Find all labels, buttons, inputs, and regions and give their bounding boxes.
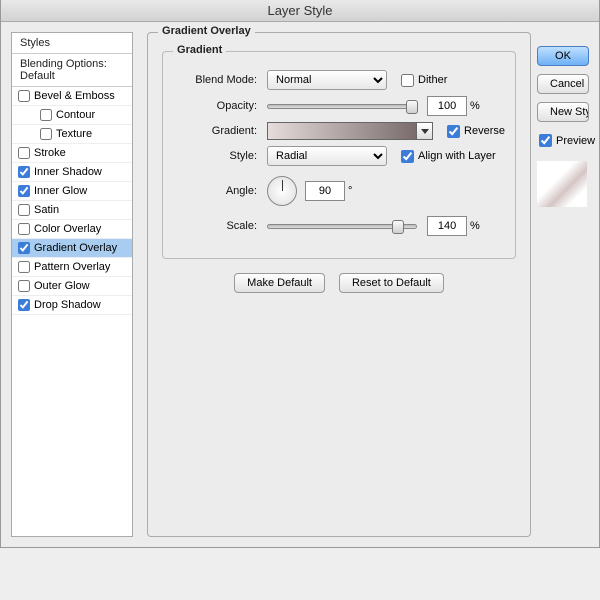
sidebar-item-pattern-overlay[interactable]: Pattern Overlay [12, 258, 132, 277]
sidebar-item-texture[interactable]: Texture [12, 125, 132, 144]
dither-label: Dither [418, 74, 447, 86]
gradient-group: Gradient Blend Mode: Normal Dither Opaci… [162, 51, 516, 259]
styles-header[interactable]: Styles [12, 33, 132, 54]
sidebar-item-label: Gradient Overlay [34, 242, 117, 254]
sidebar-checkbox[interactable] [18, 90, 30, 102]
sidebar-item-bevel-emboss[interactable]: Bevel & Emboss [12, 87, 132, 106]
scale-label: Scale: [173, 220, 257, 232]
sidebar-checkbox[interactable] [18, 261, 30, 273]
dialog-title: Layer Style [1, 0, 599, 22]
reverse-checkbox[interactable] [447, 125, 460, 138]
sidebar-checkbox[interactable] [40, 128, 52, 140]
dialog-body: Styles Blending Options: Default Bevel &… [1, 22, 599, 547]
layer-style-dialog: Layer Style Styles Blending Options: Def… [0, 0, 600, 548]
sidebar-item-gradient-overlay[interactable]: Gradient Overlay [12, 239, 132, 258]
opacity-input[interactable] [427, 96, 467, 116]
gradient-swatch[interactable] [267, 122, 417, 140]
sidebar-checkbox[interactable] [18, 280, 30, 292]
sidebar-item-outer-glow[interactable]: Outer Glow [12, 277, 132, 296]
angle-label: Angle: [173, 185, 257, 197]
sidebar-item-drop-shadow[interactable]: Drop Shadow [12, 296, 132, 315]
sidebar-item-label: Drop Shadow [34, 299, 101, 311]
sidebar-item-label: Satin [34, 204, 59, 216]
reverse-label: Reverse [464, 125, 505, 137]
sidebar-checkbox[interactable] [18, 166, 30, 178]
sidebar-item-label: Bevel & Emboss [34, 90, 115, 102]
sidebar-item-satin[interactable]: Satin [12, 201, 132, 220]
scale-slider[interactable] [267, 224, 417, 229]
blend-mode-label: Blend Mode: [173, 74, 257, 86]
sidebar-checkbox[interactable] [18, 185, 30, 197]
dither-checkbox[interactable] [401, 74, 414, 87]
sidebar-item-label: Texture [56, 128, 92, 140]
scale-unit: % [470, 220, 480, 232]
preview-swatch [537, 161, 587, 207]
style-select[interactable]: Radial [267, 146, 387, 166]
gradient-group-title: Gradient [173, 44, 226, 56]
opacity-slider[interactable] [267, 104, 417, 109]
sidebar-item-label: Stroke [34, 147, 66, 159]
sidebar-checkbox[interactable] [18, 223, 30, 235]
ok-button[interactable]: OK [537, 46, 589, 66]
sidebar-item-label: Inner Shadow [34, 166, 102, 178]
style-label: Style: [173, 150, 257, 162]
sidebar-item-label: Contour [56, 109, 95, 121]
reset-to-default-button[interactable]: Reset to Default [339, 273, 444, 293]
sidebar-item-label: Outer Glow [34, 280, 90, 292]
angle-input[interactable] [305, 181, 345, 201]
sidebar-item-color-overlay[interactable]: Color Overlay [12, 220, 132, 239]
sidebar-item-stroke[interactable]: Stroke [12, 144, 132, 163]
gradient-overlay-fieldset: Gradient Overlay Gradient Blend Mode: No… [147, 32, 531, 537]
sidebar-item-label: Inner Glow [34, 185, 87, 197]
opacity-slider-thumb[interactable] [406, 100, 418, 114]
align-with-layer-checkbox[interactable] [401, 150, 414, 163]
opacity-unit: % [470, 100, 480, 112]
gradient-picker-arrow[interactable] [417, 122, 433, 140]
new-style-button[interactable]: New Style... [537, 102, 589, 122]
main-panel: Gradient Overlay Gradient Blend Mode: No… [133, 22, 599, 547]
scale-slider-thumb[interactable] [392, 220, 404, 234]
angle-dial[interactable] [267, 176, 297, 206]
sidebar-item-inner-shadow[interactable]: Inner Shadow [12, 163, 132, 182]
preview-checkbox[interactable] [539, 134, 552, 147]
opacity-label: Opacity: [173, 100, 257, 112]
sidebar-item-label: Color Overlay [34, 223, 101, 235]
gradient-label: Gradient: [173, 125, 257, 137]
angle-unit: ° [348, 185, 352, 197]
sidebar-item-inner-glow[interactable]: Inner Glow [12, 182, 132, 201]
panel-title: Gradient Overlay [158, 25, 255, 37]
sidebar-checkbox[interactable] [18, 204, 30, 216]
sidebar-item-contour[interactable]: Contour [12, 106, 132, 125]
align-with-layer-label: Align with Layer [418, 150, 496, 162]
cancel-button[interactable]: Cancel [537, 74, 589, 94]
blending-options-header[interactable]: Blending Options: Default [12, 54, 132, 87]
styles-sidebar: Styles Blending Options: Default Bevel &… [11, 32, 133, 537]
scale-input[interactable] [427, 216, 467, 236]
sidebar-item-label: Pattern Overlay [34, 261, 110, 273]
sidebar-checkbox[interactable] [18, 299, 30, 311]
make-default-button[interactable]: Make Default [234, 273, 325, 293]
preview-label: Preview [556, 135, 595, 147]
sidebar-checkbox[interactable] [18, 147, 30, 159]
blend-mode-select[interactable]: Normal [267, 70, 387, 90]
dialog-right-column: OK Cancel New Style... Preview [531, 32, 589, 537]
sidebar-checkbox[interactable] [18, 242, 30, 254]
sidebar-checkbox[interactable] [40, 109, 52, 121]
